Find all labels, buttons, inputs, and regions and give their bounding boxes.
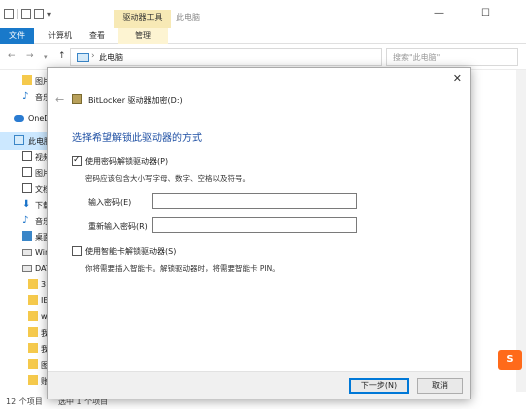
dialog-heading: 选择希望解锁此驱动器的方式 — [72, 133, 202, 144]
nav-item-folder[interactable]: 账 — [0, 372, 50, 390]
nav-item-label: 3 — [41, 280, 47, 289]
item-count: 12 个项目 — [6, 397, 43, 406]
new-folder-icon[interactable] — [34, 9, 44, 19]
tab-computer[interactable]: 计算机 — [42, 28, 78, 44]
drive-tools-tab[interactable]: 驱动器工具 — [114, 10, 171, 28]
picture-icon — [22, 167, 32, 177]
computer-icon — [77, 53, 89, 62]
smartcard-option-label[interactable]: 使用智能卡解锁驱动器(S) — [85, 246, 176, 257]
tab-view[interactable]: 查看 — [82, 28, 112, 44]
folder-icon — [28, 343, 38, 353]
forward-button[interactable]: → — [26, 51, 34, 61]
maximize-button[interactable]: ☐ — [481, 8, 490, 19]
properties-icon[interactable] — [21, 9, 31, 19]
folder-icon — [28, 295, 38, 305]
smartcard-hint: 你将需要插入智能卡。解锁驱动器时，将需要智能卡 PIN。 — [85, 264, 280, 273]
window-title: 此电脑 — [176, 13, 200, 22]
quick-access-toolbar: ▾ — [4, 9, 51, 19]
bitlocker-icon — [72, 94, 82, 104]
back-button[interactable]: ← — [8, 51, 16, 61]
breadcrumb-separator: › — [91, 51, 95, 61]
search-input[interactable]: 搜索"此电脑" — [386, 48, 518, 66]
password-option-label[interactable]: 使用密码解锁驱动器(P) — [85, 156, 168, 167]
password-checkbox[interactable] — [72, 155, 82, 166]
folder-icon — [22, 75, 32, 85]
divider — [17, 9, 18, 19]
computer-icon — [4, 9, 14, 19]
tab-manage[interactable]: 管理 — [118, 28, 168, 44]
music-icon: ♪ — [22, 215, 29, 226]
folder-icon — [28, 279, 38, 289]
bitlocker-dialog: ✕ ← BitLocker 驱动器加密(D:) 选择希望解锁此驱动器的方式 使用… — [47, 67, 471, 399]
app-badge-icon[interactable]: S — [498, 350, 522, 370]
password-hint: 密码应该包含大小写字母、数字、空格以及符号。 — [85, 174, 250, 183]
enter-password-label: 输入密码(E) — [88, 198, 132, 207]
search-placeholder: 搜索"此电脑" — [393, 53, 441, 62]
nav-item-onedrive[interactable]: OneDrive — [0, 110, 50, 128]
ribbon-tabs: 文件 计算机 查看 管理 — [0, 28, 526, 44]
reenter-password-label: 重新输入密码(R) — [88, 222, 148, 231]
desktop-icon — [22, 231, 32, 241]
folder-icon — [28, 311, 38, 321]
up-button[interactable]: ↑ — [58, 51, 66, 61]
cloud-icon — [14, 115, 24, 122]
music-icon: ♪ — [22, 91, 29, 102]
nav-item-music[interactable]: ♪ 音乐 — [0, 88, 50, 106]
navigation-pane: 图片 ♪ 音乐 OneDrive 此电脑 视频 图片 文档 ⬇ 下载 ♪ 音乐 … — [0, 70, 50, 392]
back-button[interactable]: ← — [55, 93, 64, 106]
tab-file[interactable]: 文件 — [0, 28, 34, 44]
folder-icon — [28, 359, 38, 369]
drive-icon — [22, 265, 32, 272]
document-icon — [22, 183, 32, 193]
folder-icon — [28, 375, 38, 385]
address-bar[interactable]: › 此电脑 — [70, 48, 382, 66]
smartcard-checkbox[interactable] — [72, 246, 82, 256]
drive-icon — [22, 249, 32, 256]
recent-locations-icon[interactable]: ▾ — [44, 53, 48, 61]
close-button[interactable]: ✕ — [453, 72, 462, 85]
breadcrumb-this-pc[interactable]: 此电脑 — [99, 52, 123, 63]
title-bar: ▾ 驱动器工具 此电脑 — ☐ — [0, 0, 526, 28]
computer-icon — [14, 135, 24, 145]
dialog-footer: 下一步(N) 取消 — [48, 371, 470, 399]
next-button[interactable]: 下一步(N) — [349, 378, 409, 394]
download-icon: ⬇ — [22, 199, 31, 210]
minimize-button[interactable]: — — [434, 8, 444, 19]
confirm-password-field[interactable] — [152, 217, 357, 233]
video-icon — [22, 151, 32, 161]
cancel-button[interactable]: 取消 — [417, 378, 463, 394]
customize-toolbar-icon[interactable]: ▾ — [47, 10, 51, 19]
folder-icon — [28, 327, 38, 337]
vertical-scrollbar[interactable] — [516, 70, 526, 392]
dialog-title: BitLocker 驱动器加密(D:) — [88, 96, 183, 105]
password-field[interactable] — [152, 193, 357, 209]
